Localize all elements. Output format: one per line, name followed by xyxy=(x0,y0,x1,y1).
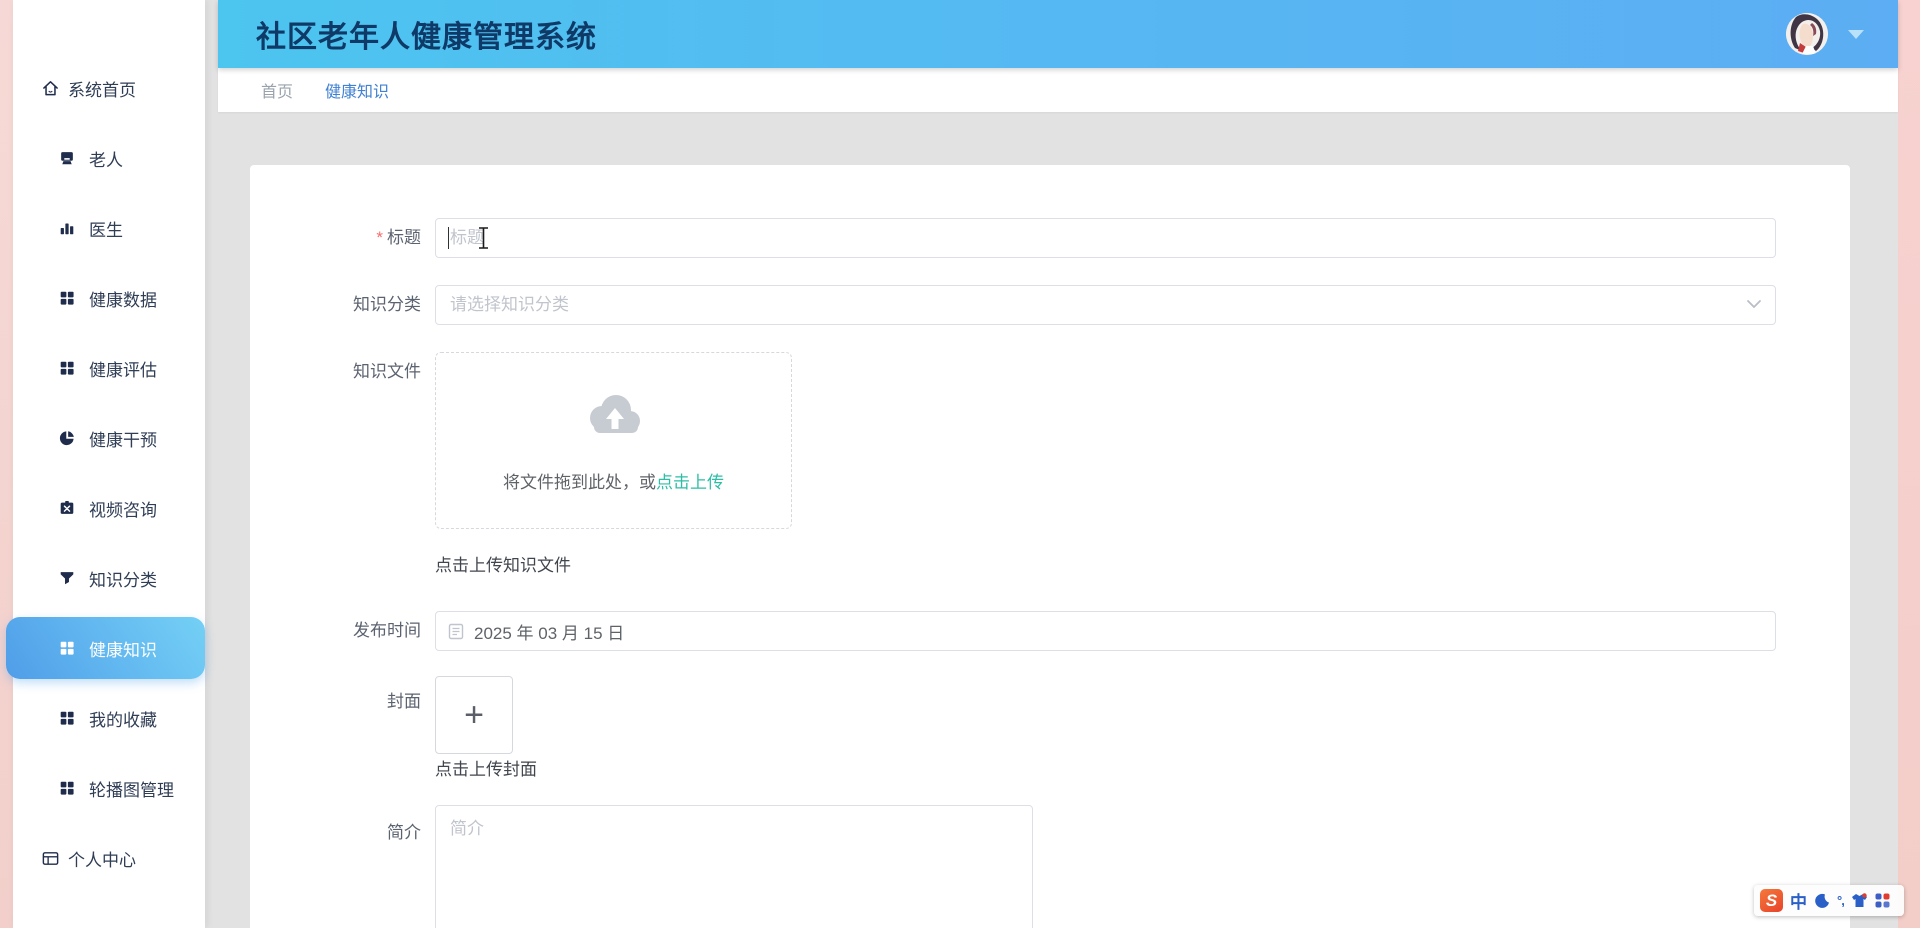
elderly-icon xyxy=(58,149,76,167)
category-select[interactable] xyxy=(435,285,1776,325)
grid-icon xyxy=(58,709,76,727)
app-title: 社区老年人健康管理系统 xyxy=(256,21,597,54)
form-row-intro: 简介 xyxy=(250,805,1776,928)
pie-chart-icon xyxy=(58,429,76,447)
form-row-cover: 封面 + 点击上传封面 xyxy=(250,676,1776,781)
main-area: 社区老年人健康管理系统 首页 健康知识 * 标题 标题 知识分类 请选择知识分类… xyxy=(205,0,1898,928)
cover-upload-tip: 点击上传封面 xyxy=(435,760,537,779)
ime-chinese-mode-icon[interactable]: 中 xyxy=(1790,888,1807,913)
sidebar-item-health-knowledge[interactable]: 健康知识 xyxy=(6,617,205,679)
grid-icon xyxy=(58,359,76,377)
screen: 系统首页 老人 医生 健康数据 健康评估 健康干预 视频咨询 知识分类 健康知识 我的收藏 轮播图管… xyxy=(0,0,1920,928)
form-row-file: 知识文件 将文件拖到此处，或点击上传 点击上传知识文件 xyxy=(250,352,1776,577)
intro-field-wrap xyxy=(435,805,1776,928)
drag-text: 将文件拖到此处，或点击上传 xyxy=(503,473,724,492)
home-icon xyxy=(41,79,60,98)
punctuation-icon[interactable]: °, xyxy=(1837,893,1845,908)
sidebar-item-label: 健康干预 xyxy=(89,430,157,450)
moon-icon[interactable] xyxy=(1814,893,1830,909)
sidebar-item-personal-center[interactable]: 个人中心 xyxy=(13,823,205,893)
text-caret xyxy=(448,227,449,249)
cover-label: 封面 xyxy=(387,692,421,711)
sidebar-item-doctor[interactable]: 医生 xyxy=(13,193,205,263)
window-edge-right xyxy=(1898,0,1920,928)
breadcrumb-home[interactable]: 首页 xyxy=(261,78,293,102)
upload-dragger[interactable]: 将文件拖到此处，或点击上传 xyxy=(435,352,792,529)
content-area: *标题 知识分类 xyxy=(218,112,1898,928)
postcard-icon xyxy=(41,849,60,868)
sidebar-item-label: 视频咨询 xyxy=(89,500,157,520)
form-card: *标题 知识分类 xyxy=(250,165,1850,928)
clipboard-icon xyxy=(58,499,76,517)
sidebar-item-label: 健康知识 xyxy=(89,640,157,660)
sidebar-item-label: 知识分类 xyxy=(89,570,157,590)
chevron-down-icon[interactable] xyxy=(1848,29,1864,39)
sidebar-item-label: 系统首页 xyxy=(68,80,136,100)
grid-icon xyxy=(58,639,76,657)
title-label: * 标题 xyxy=(376,228,421,247)
grid-icon xyxy=(58,289,76,307)
form-row-category: 知识分类 xyxy=(250,285,1776,325)
sidebar-item-label: 轮播图管理 xyxy=(89,780,174,800)
sidebar-item-system-home[interactable]: 系统首页 xyxy=(13,53,205,123)
sidebar-item-health-assessment[interactable]: 健康评估 xyxy=(13,333,205,403)
sidebar-item-label: 个人中心 xyxy=(68,850,136,870)
avatar[interactable] xyxy=(1786,13,1828,55)
breadcrumb-current[interactable]: 健康知识 xyxy=(325,78,389,102)
sidebar-item-label: 我的收藏 xyxy=(89,710,157,730)
title-input[interactable] xyxy=(435,218,1776,258)
intro-label: 简介 xyxy=(387,823,421,842)
ime-menu-icon[interactable] xyxy=(1875,893,1890,908)
sidebar-item-label: 健康数据 xyxy=(89,290,157,310)
file-field-wrap: 将文件拖到此处，或点击上传 点击上传知识文件 xyxy=(435,352,1776,577)
sidebar: 系统首页老人医生健康数据健康评估健康干预视频咨询知识分类健康知识我的收藏轮播图管… xyxy=(6,0,205,928)
sidebar-item-health-intervention[interactable]: 健康干预 xyxy=(13,403,205,473)
sidebar-item-carousel-management[interactable]: 轮播图管理 xyxy=(13,753,205,823)
user-area xyxy=(1786,13,1864,55)
upload-link[interactable]: 点击上传 xyxy=(656,473,724,492)
sidebar-item-knowledge-category[interactable]: 知识分类 xyxy=(13,543,205,613)
ime-toolbar: S 中 °, xyxy=(1754,885,1904,916)
grid-icon xyxy=(58,779,76,797)
title-field-wrap xyxy=(435,218,1776,258)
plus-icon: + xyxy=(464,696,484,734)
category-field-wrap xyxy=(435,285,1776,325)
cover-field-wrap: + 点击上传封面 xyxy=(435,676,1776,781)
category-label: 知识分类 xyxy=(353,295,421,314)
breadcrumb: 首页 健康知识 xyxy=(218,68,1898,112)
app-header: 社区老年人健康管理系统 xyxy=(218,0,1898,68)
file-label: 知识文件 xyxy=(353,362,421,381)
required-asterisk: * xyxy=(376,228,383,247)
publish-date-input[interactable] xyxy=(435,611,1776,651)
date-field-wrap xyxy=(435,611,1776,651)
cover-upload-box[interactable]: + xyxy=(435,676,513,754)
file-upload-tip: 点击上传知识文件 xyxy=(435,556,571,575)
form-row-title: * 标题 xyxy=(250,218,1776,258)
sidebar-item-label: 医生 xyxy=(89,220,123,240)
sidebar-item-my-favorites[interactable]: 我的收藏 xyxy=(13,683,205,753)
bar-chart-icon xyxy=(58,219,76,237)
avatar-image xyxy=(1786,13,1828,55)
upload-cloud-icon xyxy=(589,395,640,433)
window-edge-left xyxy=(0,0,13,928)
sidebar-item-health-data[interactable]: 健康数据 xyxy=(13,263,205,333)
sidebar-item-label: 老人 xyxy=(89,150,123,170)
sogou-logo-icon[interactable]: S xyxy=(1760,889,1783,912)
sidebar-item-label: 健康评估 xyxy=(89,360,157,380)
date-label: 发布时间 xyxy=(353,621,421,640)
sidebar-item-elderly[interactable]: 老人 xyxy=(13,123,205,193)
filter-icon xyxy=(58,569,76,587)
sidebar-item-video-consultation[interactable]: 视频咨询 xyxy=(13,473,205,543)
intro-textarea[interactable] xyxy=(435,805,1033,928)
skin-shirt-icon[interactable] xyxy=(1851,893,1868,908)
form-row-date: 发布时间 xyxy=(250,611,1776,651)
sidebar-nav: 系统首页老人医生健康数据健康评估健康干预视频咨询知识分类健康知识我的收藏轮播图管… xyxy=(6,53,205,893)
